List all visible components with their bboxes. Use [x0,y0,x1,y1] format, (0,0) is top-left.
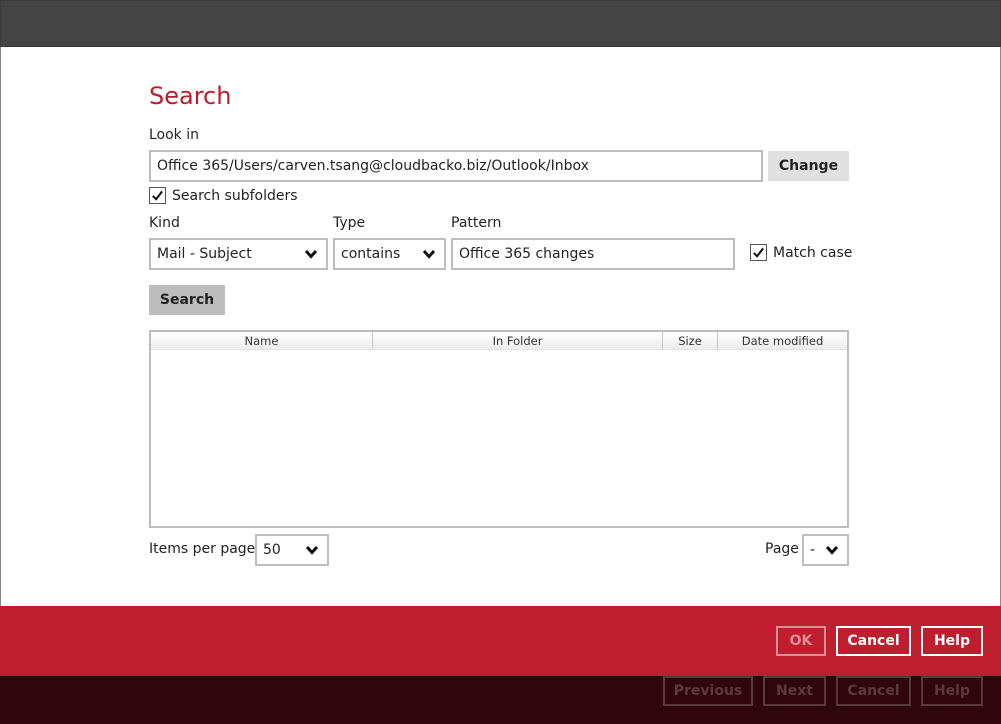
ok-button[interactable]: OK [776,626,826,656]
column-header-name[interactable]: Name [151,332,373,349]
page-label: Page [765,541,799,557]
results-table-header: Name In Folder Size Date modified [151,332,847,350]
pattern-label: Pattern [451,215,502,231]
items-per-page-value: 50 [263,542,281,558]
chevron-down-icon [304,249,318,259]
look-in-field[interactable]: Office 365/Users/carven.tsang@cloudbacko… [149,150,763,182]
match-case-option[interactable]: Match case [750,244,852,261]
chevron-down-icon [422,249,436,259]
match-case-checkbox[interactable] [750,244,767,261]
page-value: - [810,542,816,558]
help-button[interactable]: Help [921,626,983,656]
column-header-date-modified[interactable]: Date modified [718,332,847,349]
chevron-down-icon [305,545,319,555]
look-in-label: Look in [149,127,200,143]
pattern-value: Office 365 changes [459,246,595,262]
kind-select[interactable]: Mail - Subject [149,238,328,270]
change-button[interactable]: Change [768,151,849,181]
check-icon [152,190,163,201]
page-select[interactable]: - [802,534,849,566]
search-subfolders-checkbox[interactable] [149,187,166,204]
look-in-value: Office 365/Users/carven.tsang@cloudbacko… [157,158,589,174]
items-per-page-label: Items per page [149,541,256,557]
match-case-label: Match case [773,244,853,261]
cancel-button[interactable]: Cancel [836,626,911,656]
previous-button[interactable]: Previous [663,676,753,706]
chevron-down-icon [825,545,839,555]
column-header-in-folder[interactable]: In Folder [373,332,663,349]
window-title-bar [0,0,1001,47]
search-subfolders-option[interactable]: Search subfolders [149,187,298,204]
type-label: Type [333,215,366,231]
results-table-body [151,350,847,526]
next-button[interactable]: Next [763,676,826,706]
type-select[interactable]: contains [333,238,446,270]
check-icon [753,247,764,258]
type-value: contains [341,246,401,262]
column-header-size[interactable]: Size [663,332,718,349]
pattern-input[interactable]: Office 365 changes [451,238,735,270]
results-table[interactable]: Name In Folder Size Date modified [149,330,849,528]
wizard-help-button[interactable]: Help [921,676,983,706]
search-subfolders-label: Search subfolders [172,187,298,204]
dialog-title: Search [149,82,232,110]
items-per-page-select[interactable]: 50 [255,534,329,566]
search-button[interactable]: Search [149,285,225,315]
window-border-left [0,47,1,607]
wizard-cancel-button[interactable]: Cancel [836,676,911,706]
kind-value: Mail - Subject [157,246,252,262]
kind-label: Kind [149,215,180,231]
